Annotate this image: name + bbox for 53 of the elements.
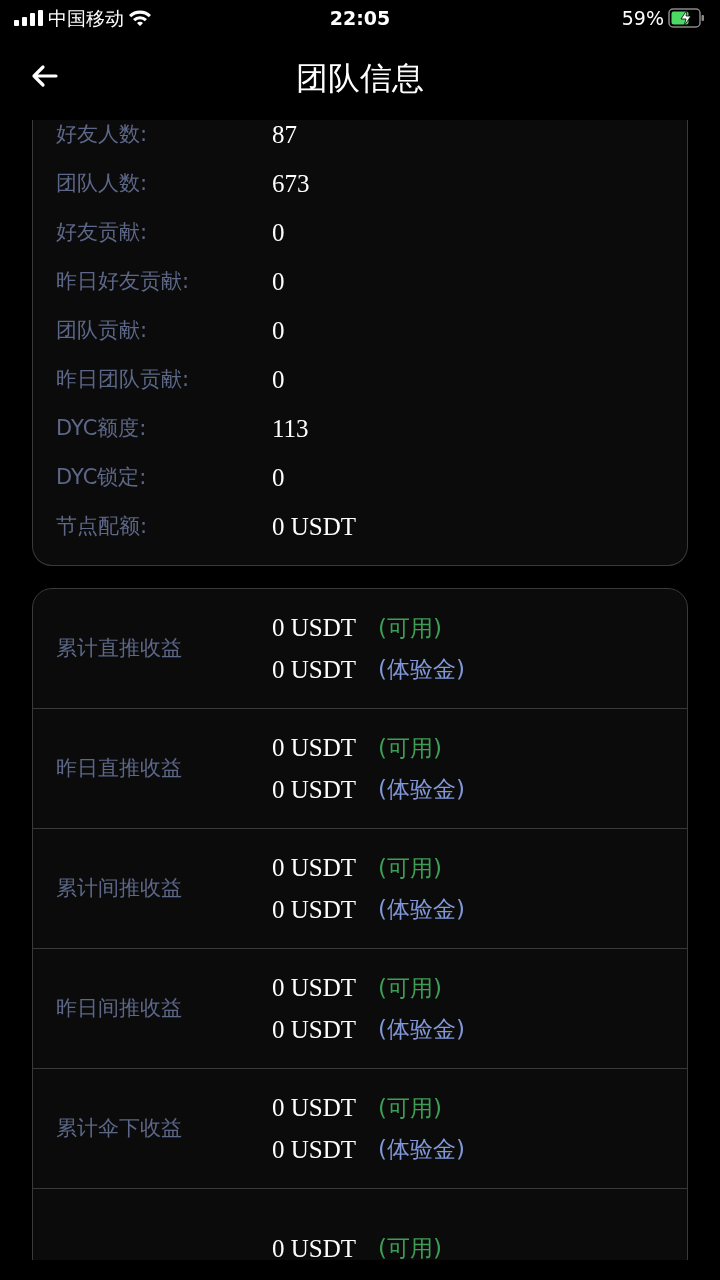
stat-value: 0: [272, 364, 285, 395]
stat-label: 昨日好友贡献:: [55, 267, 191, 295]
battery-percent: 59%: [621, 5, 664, 31]
stat-value: 87: [272, 120, 297, 150]
back-arrow-icon[interactable]: [30, 64, 58, 88]
stat-label: DYC额度:: [55, 414, 148, 442]
amount-value: 0 USDT: [272, 1233, 357, 1260]
clock-time: 22:05: [329, 5, 391, 31]
stat-label: 好友人数:: [55, 120, 149, 148]
amount-type: (可用): [378, 853, 442, 883]
stat-value: 673: [272, 168, 310, 199]
amount-value: 0 USDT: [272, 613, 357, 643]
amount-type: (体验金): [378, 1015, 465, 1044]
stat-value: 0: [272, 217, 285, 248]
stat-label: 好友贡献:: [55, 218, 149, 246]
amount-value: 0 USDT: [272, 973, 357, 1003]
amount-value: 0 USDT: [272, 654, 357, 685]
page-title: 团队信息: [296, 58, 424, 99]
amount-type: (体验金): [378, 895, 465, 924]
stat-value: 0: [272, 462, 285, 493]
amount-value: 0 USDT: [272, 1134, 357, 1165]
stat-value: 0 USDT: [272, 511, 357, 542]
amount-type: (可用): [378, 973, 442, 1003]
income-label: 昨日直推收益: [55, 754, 183, 782]
income-label: 累计间推收益: [55, 874, 183, 902]
signal-icon: [14, 10, 44, 26]
income-label: 累计直推收益: [55, 634, 183, 662]
amount-type: (可用): [378, 1234, 442, 1260]
stat-value: 0: [272, 315, 285, 346]
wifi-icon: [128, 9, 152, 27]
stat-value: 113: [272, 413, 309, 444]
amount-value: 0 USDT: [272, 774, 357, 805]
stat-label: 团队人数:: [55, 169, 149, 197]
carrier-name: 中国移动: [48, 5, 124, 31]
income-label: 昨日间推收益: [55, 994, 183, 1022]
battery-charging-icon: [668, 8, 706, 28]
amount-type: (体验金): [378, 1135, 465, 1164]
amount-value: 0 USDT: [272, 1014, 357, 1045]
amount-value: 0 USDT: [272, 853, 357, 883]
income-label: 累计伞下收益: [55, 1114, 183, 1142]
stat-label: 节点配额:: [55, 512, 149, 540]
amount-value: 0 USDT: [272, 1093, 357, 1123]
stat-value: 0: [272, 266, 285, 297]
amount-type: (可用): [378, 733, 442, 763]
amount-type: (体验金): [378, 655, 465, 684]
amount-value: 0 USDT: [272, 894, 357, 925]
amount-value: 0 USDT: [272, 733, 357, 763]
stat-label: 昨日团队贡献:: [55, 365, 191, 393]
stat-label: DYC锁定:: [55, 463, 148, 491]
amount-type: (可用): [378, 613, 442, 643]
stat-label: 团队贡献:: [55, 316, 149, 344]
amount-type: (可用): [378, 1093, 442, 1123]
amount-type: (体验金): [378, 775, 465, 804]
